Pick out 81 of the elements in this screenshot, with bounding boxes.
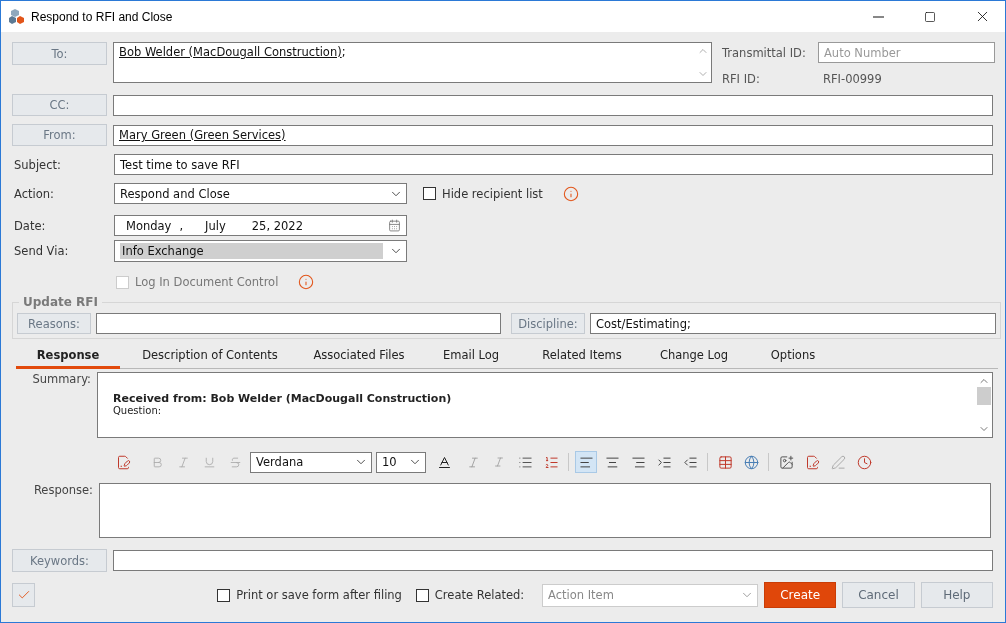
bullet-list-icon: [517, 454, 533, 470]
summary-heading: Received from: Bob Welder (MacDougall Construction): [113, 392, 452, 405]
text-color-icon: [436, 454, 452, 470]
tab[interactable]: Related Items: [524, 345, 640, 369]
font-size-dropdown[interactable]: 10: [376, 451, 426, 473]
tab[interactable]: Response: [16, 345, 120, 369]
print-after-filing-label: Print or save form after filing: [236, 588, 402, 602]
action-dropdown[interactable]: Respond and Close: [114, 183, 407, 204]
indent-icon: [656, 454, 672, 470]
transmittal-label: Transmittal ID:: [722, 45, 807, 60]
from-button[interactable]: From:: [12, 124, 107, 146]
date-field[interactable]: Monday , July 25, 2022: [114, 215, 407, 236]
tab[interactable]: Description of Contents: [120, 345, 300, 369]
table-icon: [717, 454, 733, 470]
reasons-field[interactable]: [96, 313, 501, 334]
pen-icon: [830, 454, 846, 470]
from-field[interactable]: Mary Green (Green Services): [113, 124, 993, 146]
create-button[interactable]: Create: [764, 582, 837, 608]
align-center-icon: [604, 454, 620, 470]
keywords-button[interactable]: Keywords:: [12, 549, 107, 572]
group-title: Update RFI: [19, 295, 102, 309]
clock-icon: [856, 454, 872, 470]
info-icon: [562, 185, 579, 202]
send-via-dropdown[interactable]: Info Exchange: [114, 240, 407, 262]
signature-icon: [804, 454, 820, 470]
align-left-button[interactable]: [575, 451, 597, 473]
tab[interactable]: Email Log: [418, 345, 524, 369]
recipient-link[interactable]: Bob Welder (MacDougall Construction): [119, 45, 342, 59]
response-label: Response:: [32, 483, 93, 497]
to-button[interactable]: To:: [12, 42, 107, 65]
tab[interactable]: Associated Files: [300, 345, 418, 369]
keywords-field[interactable]: [113, 550, 993, 571]
response-field[interactable]: [99, 483, 991, 538]
hide-recipient-label: Hide recipient list: [442, 186, 543, 201]
cubes-logo-icon: [9, 8, 25, 25]
action-label: Action:: [13, 186, 55, 201]
strikethrough-icon: [228, 455, 242, 469]
discipline-button[interactable]: Discipline:: [511, 313, 585, 334]
checkbox[interactable]: [217, 588, 231, 602]
align-right-icon: [630, 454, 646, 470]
rfi-id-label: RFI ID:: [722, 72, 761, 86]
italic-icon: [176, 455, 190, 469]
minimize-icon: [872, 15, 884, 18]
underline-icon: [202, 455, 216, 469]
subject-field[interactable]: Test time to save RFI: [114, 154, 993, 175]
log-document-control-label: Log In Document Control: [135, 275, 279, 289]
globe-icon: [743, 454, 759, 470]
font-dropdown[interactable]: Verdana: [250, 451, 372, 473]
subject-label: Subject:: [13, 157, 62, 172]
checkbox[interactable]: [423, 187, 436, 200]
reasons-button[interactable]: Reasons:: [17, 313, 91, 334]
align-left-icon: [578, 454, 594, 470]
window-title: Respond to RFI and Close: [31, 9, 174, 24]
dialog-button[interactable]: Cancel: [842, 582, 915, 608]
summary-text: Question:: [113, 405, 162, 416]
summary-label: Summary:: [31, 372, 91, 386]
document-icon: [115, 454, 131, 470]
cc-button[interactable]: CC:: [12, 94, 107, 116]
discipline-field[interactable]: Cost/Estimating;: [590, 313, 996, 334]
checkbox[interactable]: [415, 588, 429, 602]
dialog-button[interactable]: Help: [920, 582, 993, 608]
tab[interactable]: Change Log: [640, 345, 748, 369]
send-via-label: Send Via:: [13, 244, 70, 258]
date-label: Date:: [13, 218, 47, 233]
summary-field[interactable]: Received from: Bob Welder (MacDougall Construction) Question:: [97, 372, 993, 438]
cc-field[interactable]: [113, 94, 993, 116]
spell-check-icon: [16, 588, 31, 602]
to-field[interactable]: Bob Welder (MacDougall Construction);: [113, 42, 712, 83]
image-icon: [778, 454, 794, 470]
info-icon: [298, 274, 315, 290]
rfi-id-value: RFI-00999: [822, 72, 882, 86]
scroll-thumb[interactable]: [976, 387, 991, 405]
numbered-list-icon: [543, 454, 559, 470]
separator-text: ;: [341, 45, 346, 59]
maximize-icon: [924, 10, 936, 23]
sender-link[interactable]: Mary Green (Green Services): [119, 128, 286, 142]
outdent-icon: [682, 454, 698, 470]
calendar-icon: [388, 219, 401, 232]
tab[interactable]: Options: [748, 345, 838, 369]
create-related-label: Create Related:: [434, 588, 525, 602]
spell-check-button[interactable]: [12, 583, 36, 607]
